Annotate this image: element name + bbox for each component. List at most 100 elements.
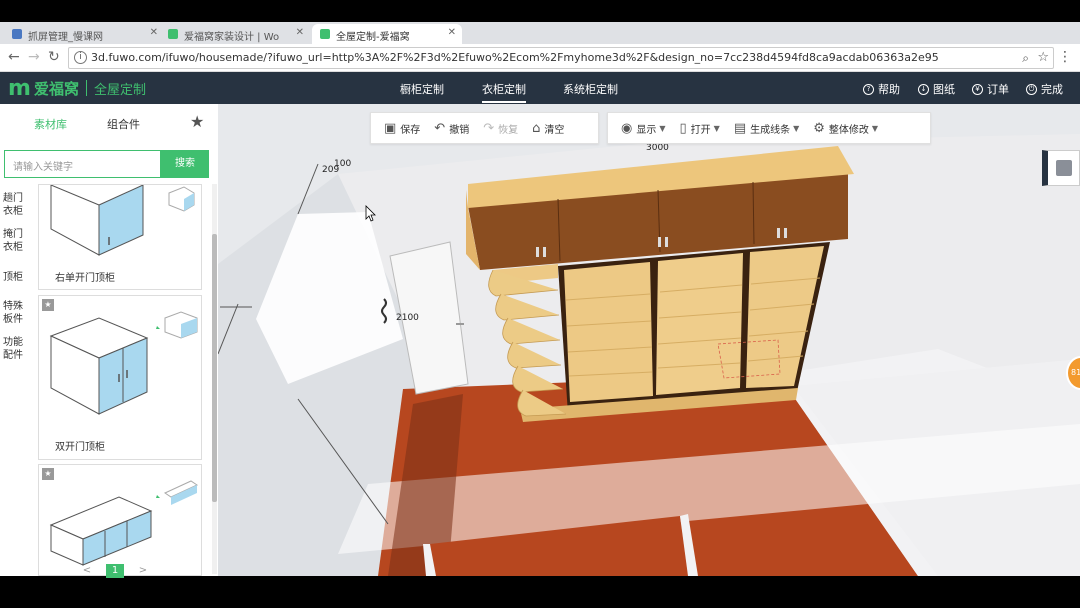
redo-label: 恢复 xyxy=(498,124,519,136)
forward-icon[interactable]: → xyxy=(28,49,40,65)
zoom-icon[interactable]: ⌕ xyxy=(1022,51,1029,66)
finish-button[interactable]: ⏻ 完成 xyxy=(1026,81,1063,97)
bookmark-star-icon[interactable]: ☆ xyxy=(1037,50,1049,65)
orders-label: 订单 xyxy=(987,83,1009,96)
global-edit-label: 整体修改 xyxy=(828,124,869,136)
material-sidebar: 素材库 组合件 ★ 请输入关键字 搜索 趟门衣柜 掩门衣柜 顶柜 特殊板件 功能… xyxy=(0,104,218,578)
browser-tab[interactable]: 抓屏管理_慢课网 ✕ xyxy=(4,24,164,44)
undo-label: 撤销 xyxy=(449,124,470,136)
category-hinged-door-wardrobe[interactable]: 掩门衣柜 xyxy=(3,228,29,254)
browser-tab-active[interactable]: 全屋定制-爱福窝 ✕ xyxy=(312,24,462,44)
pagination: < 1 > xyxy=(78,564,152,578)
page-next-button[interactable]: > xyxy=(134,564,152,578)
chevron-down-icon: ▼ xyxy=(713,123,720,133)
lines-icon: ▤ xyxy=(733,120,747,136)
clear-label: 清空 xyxy=(544,124,565,136)
screen: 抓屏管理_慢课网 ✕ 爱福窝家装设计 | Wo ✕ 全屋定制-爱福窝 ✕ ← →… xyxy=(0,0,1080,608)
dimension-width-label: 3000 xyxy=(646,143,669,153)
nav-wardrobe-custom[interactable]: 衣柜定制 xyxy=(482,81,526,103)
browser-address-bar: ← → ↻ i 3d.fuwo.com/ifuwo/housemade/?ifu… xyxy=(0,44,1080,72)
redo-icon: ↷ xyxy=(483,120,495,136)
info-icon[interactable]: i xyxy=(74,51,87,64)
nav-cabinet-custom[interactable]: 橱柜定制 xyxy=(400,81,444,97)
tab-material-library[interactable]: 素材库 xyxy=(34,116,67,132)
logo-divider xyxy=(85,80,87,96)
tab-favicon-icon xyxy=(320,29,330,39)
tab-title: 爱福窝家装设计 | Wo xyxy=(184,32,280,43)
logo-mark-icon: m xyxy=(8,75,31,101)
browser-tab[interactable]: 爱福窝家装设计 | Wo ✕ xyxy=(160,24,310,44)
save-button[interactable]: ▣ 保存 xyxy=(379,121,425,136)
category-accessories[interactable]: 功能配件 xyxy=(3,336,29,362)
material-card-label: 右单开门顶柜 xyxy=(55,273,115,284)
chevron-down-icon: ▼ xyxy=(659,123,666,133)
help-label: 帮助 xyxy=(878,83,900,96)
door-icon: ▯ xyxy=(679,120,687,136)
material-card-label: 双开门顶柜 xyxy=(55,442,105,453)
url-field[interactable]: i 3d.fuwo.com/ifuwo/housemade/?ifuwo_url… xyxy=(68,47,1054,69)
browser-tab-strip: 抓屏管理_慢课网 ✕ 爱福窝家装设计 | Wo ✕ 全屋定制-爱福窝 ✕ xyxy=(0,22,1080,44)
orders-button[interactable]: ¥ 订单 xyxy=(972,81,1009,97)
open-label: 打开 xyxy=(690,124,711,136)
sidebar-scroll-thumb[interactable] xyxy=(212,234,217,502)
order-icon: ¥ xyxy=(972,83,983,95)
page-prev-button[interactable]: < xyxy=(78,564,96,578)
category-special-panels[interactable]: 特殊板件 xyxy=(3,300,29,326)
logo[interactable]: m 爱福窝 全屋定制 xyxy=(8,75,146,101)
undo-button[interactable]: ↶ 撤销 xyxy=(429,121,474,136)
global-edit-dropdown[interactable]: ⚙ 整体修改 ▼ xyxy=(808,121,883,136)
tab-title: 抓屏管理_慢课网 xyxy=(28,32,103,43)
url-text: 3d.fuwo.com/ifuwo/housemade/?ifuwo_url=h… xyxy=(91,51,939,64)
redo-button[interactable]: ↷ 恢复 xyxy=(478,121,523,136)
drawings-button[interactable]: ↓ 图纸 xyxy=(918,81,955,97)
tab-favicon-icon xyxy=(168,29,178,39)
logo-text: 爱福窝 xyxy=(33,79,79,98)
nav-system-cabinet-custom[interactable]: 系统柜定制 xyxy=(563,81,618,97)
material-card[interactable]: 右单开门顶柜 xyxy=(38,184,202,290)
tab-title: 全屋定制-爱福窝 xyxy=(336,32,410,43)
search-input[interactable]: 请输入关键字 xyxy=(4,150,161,178)
cabinet-thumbnail-icon xyxy=(49,311,198,415)
clear-button[interactable]: ⌂ 清空 xyxy=(527,121,569,136)
room-scene xyxy=(218,104,1080,576)
search-button[interactable]: 搜索 xyxy=(161,150,209,178)
question-icon: ? xyxy=(863,83,874,95)
close-icon[interactable]: ✕ xyxy=(296,27,304,38)
clear-icon: ⌂ xyxy=(532,120,541,136)
open-dropdown[interactable]: ▯ 打开 ▼ xyxy=(675,121,725,136)
category-sliding-door-wardrobe[interactable]: 趟门衣柜 xyxy=(3,192,29,218)
design-3d-viewport[interactable]: 3000 209 100 2100 ▣ 保存 ↶ 撤销 ↷ 恢复 ⌂ 清空 ◉ 显示 ▼ ▯… xyxy=(218,104,1080,576)
view-toolbar: ◉ 显示 ▼ ▯ 打开 ▼ ▤ 生成线条 ▼ ⚙ 整体修改 ▼ xyxy=(607,112,931,144)
back-icon[interactable]: ← xyxy=(8,49,20,65)
side-panel-toggle-button[interactable] xyxy=(1042,150,1080,186)
eye-icon: ◉ xyxy=(621,120,633,136)
app-header: m 爱福窝 全屋定制 橱柜定制 衣柜定制 系统柜定制 ? 帮助 ↓ 图纸 ¥ 订单 ⏻… xyxy=(0,72,1080,104)
display-dropdown[interactable]: ◉ 显示 ▼ xyxy=(616,121,671,136)
power-icon: ⏻ xyxy=(1026,83,1037,95)
category-top-cabinet[interactable]: 顶柜 xyxy=(3,271,29,284)
chevron-down-icon: ▼ xyxy=(871,123,879,133)
material-card[interactable]: ★ 双开门顶柜 xyxy=(38,295,202,460)
page-current[interactable]: 1 xyxy=(106,564,124,578)
logo-subtitle: 全屋定制 xyxy=(93,82,146,98)
close-icon[interactable]: ✕ xyxy=(448,27,456,38)
dimension-height-label: 2100 xyxy=(396,313,419,323)
browser-menu-icon[interactable]: ⋮ xyxy=(1058,49,1072,65)
tab-assemblies[interactable]: 组合件 xyxy=(107,116,140,132)
close-icon[interactable]: ✕ xyxy=(150,27,158,38)
tab-favicon-icon xyxy=(12,29,22,39)
cabinet-thumbnail-icon xyxy=(49,480,199,566)
edit-toolbar: ▣ 保存 ↶ 撤销 ↷ 恢复 ⌂ 清空 xyxy=(370,112,599,144)
download-icon: ↓ xyxy=(918,83,929,95)
generate-lines-label: 生成线条 xyxy=(750,124,791,136)
chevron-down-icon: ▼ xyxy=(793,123,800,133)
panel-icon xyxy=(1055,160,1072,176)
favorites-star-icon[interactable]: ★ xyxy=(190,112,204,131)
help-button[interactable]: ? 帮助 xyxy=(863,81,900,97)
undo-icon: ↶ xyxy=(434,120,446,136)
save-icon: ▣ xyxy=(384,120,397,136)
material-card[interactable]: ★ xyxy=(38,464,202,576)
generate-lines-dropdown[interactable]: ▤ 生成线条 ▼ xyxy=(729,121,804,136)
reload-icon[interactable]: ↻ xyxy=(48,49,60,65)
drawings-label: 图纸 xyxy=(933,83,955,96)
